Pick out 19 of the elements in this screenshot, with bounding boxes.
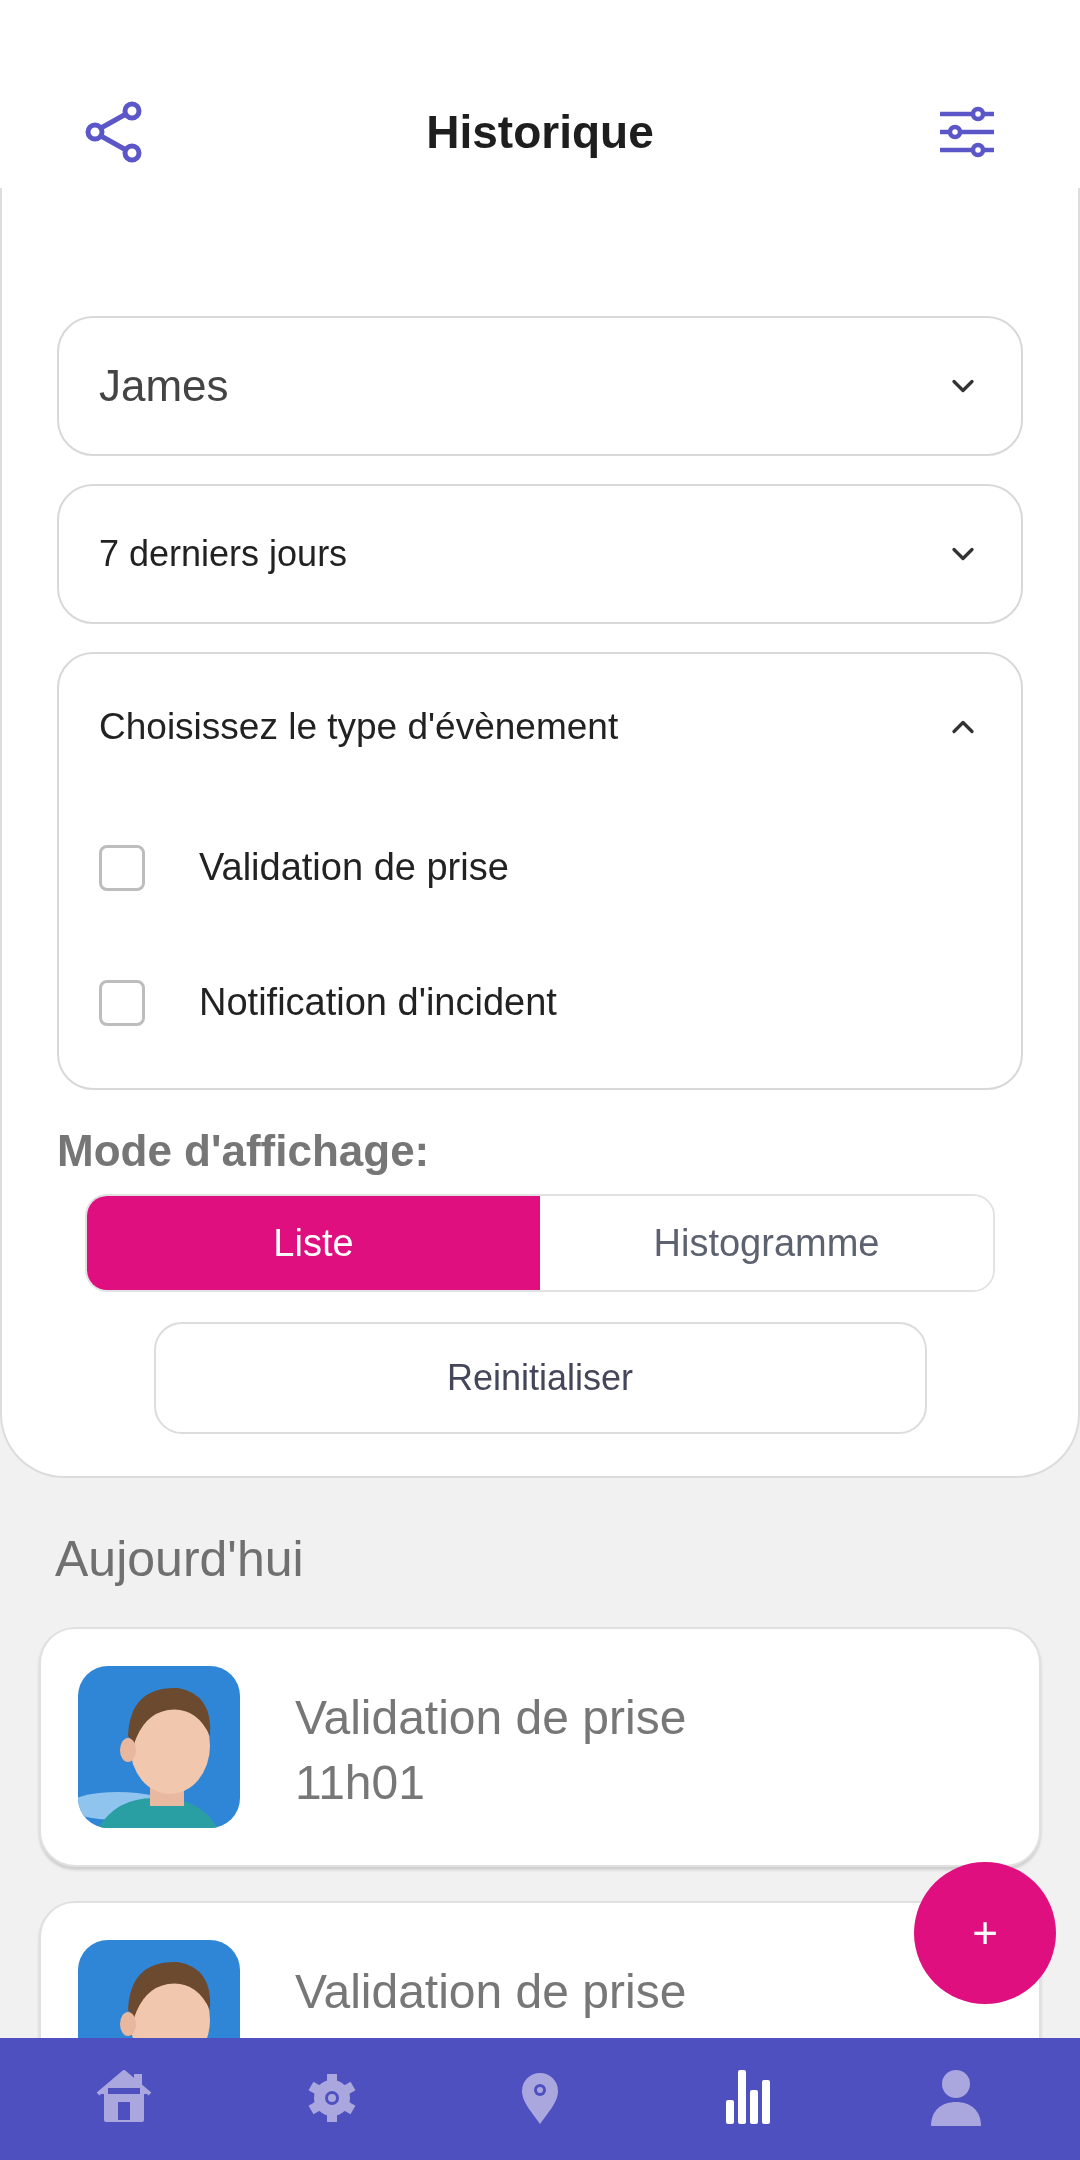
- add-button[interactable]: +: [914, 1862, 1056, 2004]
- dropdown-field[interactable]: James: [57, 316, 1023, 456]
- reset-button[interactable]: Reinitialiser: [153, 1322, 927, 1434]
- checkbox-label: Notification d'incident: [199, 980, 557, 1025]
- event-title: Validation de prise: [295, 1690, 687, 1746]
- page-title: Historique: [426, 104, 654, 160]
- checkbox[interactable]: [99, 844, 145, 891]
- segment-tab[interactable]: Liste: [87, 1196, 540, 1290]
- event-card[interactable]: Validation de prise 11h01: [39, 1627, 1041, 1867]
- event-title: Validation de prise: [295, 1964, 687, 2020]
- section-heading: Aujourd'hui: [54, 1530, 305, 1589]
- section-label: Mode d'affichage:: [57, 1125, 431, 1177]
- event-time: 11h01: [295, 1755, 426, 1812]
- checkbox[interactable]: [99, 979, 145, 1026]
- event-type-toggle[interactable]: Choisissez le type d'évènement: [59, 654, 1021, 800]
- share-icon[interactable]: [84, 101, 142, 163]
- dropdown-field[interactable]: 7 derniers jours: [57, 484, 1023, 624]
- checkbox-label: Validation de prise: [199, 845, 509, 890]
- filter-icon[interactable]: [938, 106, 996, 158]
